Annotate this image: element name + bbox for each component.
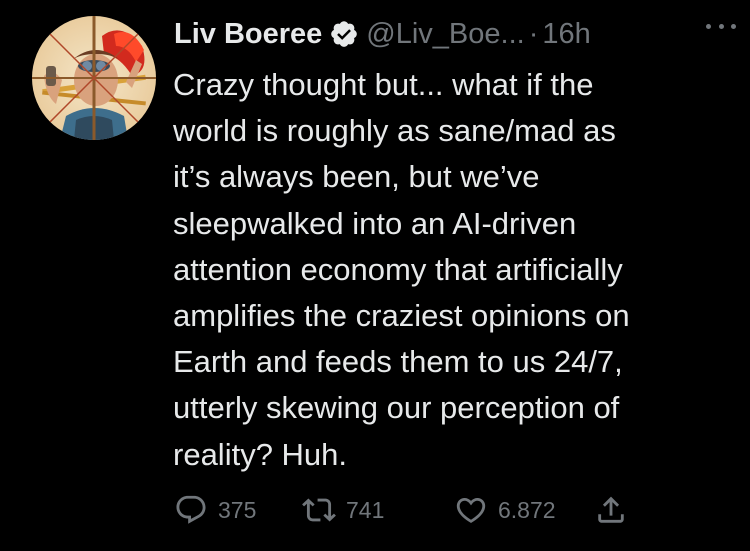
tweet-text-line: amplifies the craziest opinions on xyxy=(173,298,630,334)
tweet-text-line: it’s always been, but we’ve xyxy=(173,159,540,195)
tweet: Liv Boeree @Liv_Boe... · 16h Crazy thoug… xyxy=(0,0,750,551)
share-icon xyxy=(594,493,628,527)
author-handle[interactable]: @Liv_Boe... xyxy=(366,18,524,51)
verified-badge-icon xyxy=(329,19,359,49)
like-count: 6.872 xyxy=(498,496,556,523)
like-button[interactable]: 6.872 xyxy=(454,490,556,530)
tweet-text: Crazy thought but... what if the world i… xyxy=(173,62,733,478)
avatar[interactable] xyxy=(32,16,156,140)
heart-icon xyxy=(454,493,488,527)
display-name[interactable]: Liv Boeree xyxy=(174,18,322,51)
reply-button[interactable]: 375 xyxy=(174,490,256,530)
reply-count: 375 xyxy=(218,496,257,523)
tweet-text-line: sleepwalked into an AI-driven xyxy=(173,205,577,241)
retweet-count: 741 xyxy=(346,496,385,523)
tweet-actions: 375 741 6.872 xyxy=(174,490,644,530)
more-horizontal-icon[interactable] xyxy=(706,16,736,36)
tweet-text-line: attention economy that artificially xyxy=(173,251,623,287)
timestamp[interactable]: 16h xyxy=(542,18,590,51)
reply-bubble-icon xyxy=(174,493,208,527)
tweet-text-line: Earth and feeds them to us 24/7, xyxy=(173,344,623,380)
retweet-icon xyxy=(302,493,336,527)
retweet-button[interactable]: 741 xyxy=(302,490,384,530)
tweet-text-line: world is roughly as sane/mad as xyxy=(173,113,616,149)
separator-dot: · xyxy=(528,17,539,50)
tweet-text-line: utterly skewing our perception of xyxy=(173,390,620,426)
tweet-header: Liv Boeree @Liv_Boe... · 16h xyxy=(174,12,734,56)
tweet-text-line: Crazy thought but... what if the xyxy=(173,67,594,102)
tweet-text-line: reality? Huh. xyxy=(173,436,348,472)
share-button[interactable] xyxy=(594,490,628,530)
